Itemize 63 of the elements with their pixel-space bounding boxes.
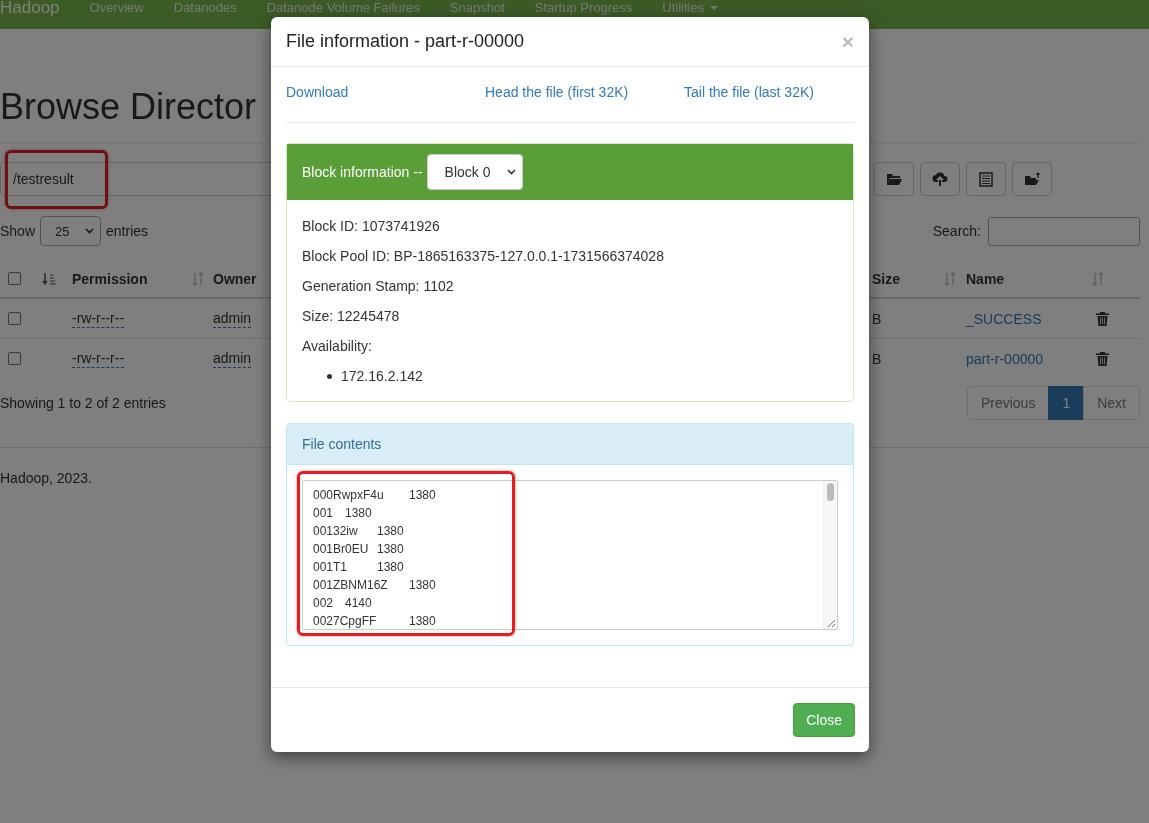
entries-label: entries — [106, 223, 149, 239]
page-link[interactable]: 1 — [1048, 386, 1085, 420]
list-button[interactable] — [966, 162, 1006, 196]
block-field: Block ID: 1073741926 — [302, 211, 838, 241]
content-line: 00132iw 1380 — [313, 523, 405, 540]
content-line: 002 4140 — [313, 595, 373, 612]
file-action-link[interactable]: Download — [286, 84, 485, 100]
column-header[interactable]: Size — [872, 270, 942, 287]
host-address: 172.16.2.142 — [341, 367, 423, 386]
checkbox[interactable] — [8, 272, 21, 285]
bullet-icon — [327, 373, 332, 379]
show-label: Show — [0, 223, 36, 239]
trash-icon[interactable] — [1096, 351, 1109, 366]
permission-link[interactable]: -rw-r--r-- — [72, 349, 125, 368]
sort-icon[interactable] — [42, 271, 56, 286]
chevron-down-icon — [506, 169, 516, 175]
file-link[interactable]: part-r-00000 — [966, 350, 1090, 367]
content-line: 0027CpgFF 1380 — [313, 613, 437, 629]
folder-upload-button[interactable] — [1012, 162, 1052, 196]
checkbox[interactable] — [8, 312, 21, 325]
panel-title: Block information -- — [302, 164, 423, 180]
block-field: Size: 12245478 — [302, 301, 838, 331]
owner-link[interactable]: admin — [213, 309, 252, 328]
table-cell-text: B — [872, 310, 883, 327]
page-link[interactable]: Next — [1083, 386, 1140, 420]
trash-icon[interactable] — [1096, 311, 1109, 326]
entries-select[interactable]: 25 — [40, 216, 102, 246]
modal-title: File information - part-r-00000 — [286, 31, 525, 52]
block-field: Availability: — [302, 331, 838, 361]
footer-text: Hadoop, 2023. — [0, 470, 93, 486]
column-header[interactable]: Name — [966, 270, 1090, 287]
resize-grip-icon[interactable] — [827, 619, 836, 628]
file-action-link[interactable]: Tail the file (last 32K) — [684, 84, 814, 100]
folder-icon — [886, 172, 902, 186]
content-line: 000RwpxF4u 1380 — [313, 487, 437, 504]
block-field: Generation Stamp: 1102 — [302, 271, 838, 301]
folder-upload-icon — [1023, 172, 1041, 186]
cloud-upload-icon — [932, 172, 948, 186]
search-field[interactable] — [988, 216, 1140, 246]
open-folder-button[interactable] — [874, 162, 914, 196]
content-line: 001ZBNM16Z 1380 — [313, 577, 437, 594]
owner-link[interactable]: admin — [213, 349, 252, 368]
block-select[interactable]: Block 0 — [426, 154, 523, 190]
table-cell-text: B — [872, 350, 883, 367]
content-line: 001T1 1380 — [313, 559, 405, 576]
scrollbar[interactable] — [823, 481, 837, 629]
column-header[interactable]: Permission — [72, 270, 190, 287]
page-title: Browse Director — [0, 87, 257, 127]
file-contents-area[interactable]: 000RwpxF4u 1380 001 1380 00132iw 1380 001Br0EU 1380 001T1 1380 001ZBNM16Z 1380 002 4140 0027CpgFF 1380 — [302, 480, 838, 630]
block-field: Block Pool ID: BP-1865163375-127.0.0.1-1731566374028 — [302, 241, 838, 271]
table-info: Showing 1 to 2 of 2 entries — [0, 395, 166, 411]
list-icon — [979, 171, 993, 187]
chevron-down-icon — [85, 228, 95, 234]
upload-button[interactable] — [920, 162, 960, 196]
checkbox[interactable] — [8, 352, 21, 365]
file-action-link[interactable]: Head the file (first 32K) — [485, 84, 684, 100]
close-button[interactable]: Close — [793, 703, 855, 737]
search-label: Search: — [932, 223, 981, 239]
panel-title: File contents — [302, 436, 382, 452]
permission-link[interactable]: -rw-r--r-- — [72, 309, 125, 328]
file-link[interactable]: _SUCCESS — [966, 310, 1090, 327]
content-line: 001 1380 — [313, 505, 373, 522]
content-line: 001Br0EU 1380 — [313, 541, 405, 558]
